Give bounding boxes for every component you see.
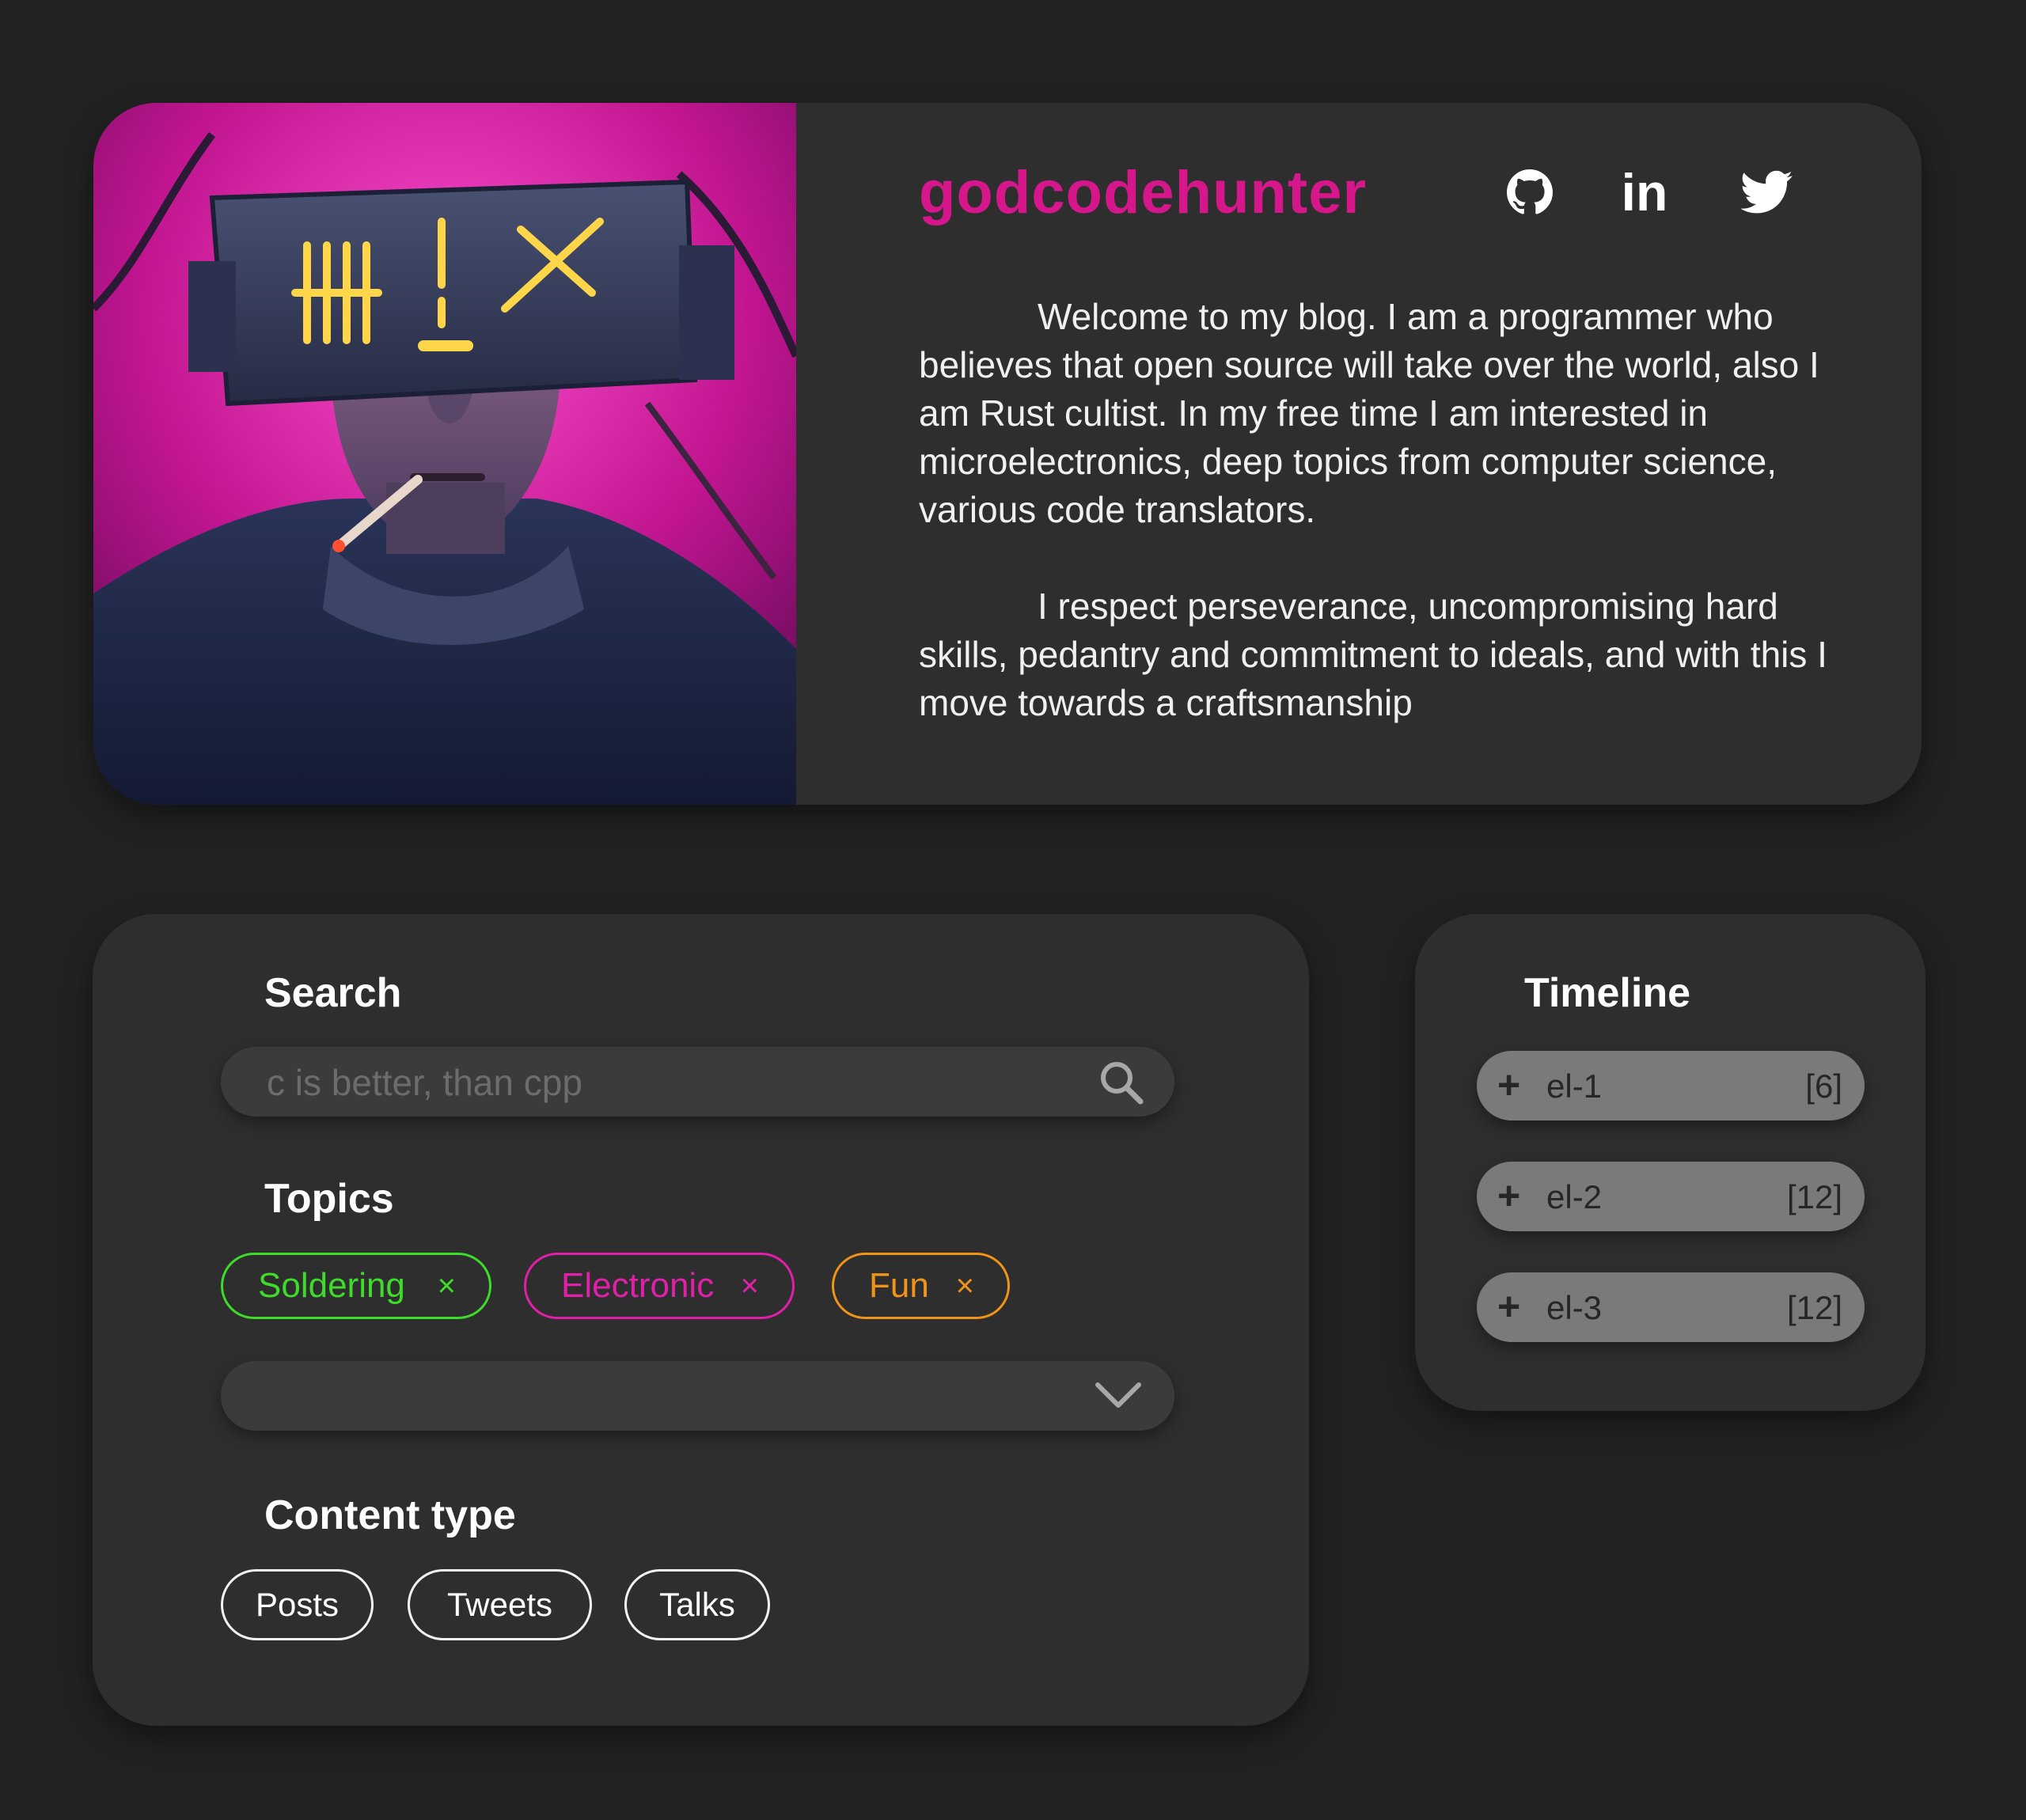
search-input[interactable] [265, 1047, 1076, 1118]
timeline-item-count: [12] [1786, 1178, 1842, 1215]
chevron-down-icon[interactable] [1094, 1378, 1143, 1413]
bio: Welcome to my blog. I am a programmer wh… [919, 293, 1829, 727]
timeline-item-label: el-3 [1546, 1289, 1603, 1326]
timeline-item-count: [6] [1805, 1067, 1842, 1105]
topic-tag-fun: Fun × [832, 1253, 1010, 1319]
timeline-item[interactable]: + el-3 [12] [1477, 1272, 1865, 1342]
topic-tag-label: Fun [869, 1266, 929, 1305]
profile-card: godcodehunter in Welcome to my blog. I a… [93, 103, 1922, 805]
plus-icon: + [1497, 1174, 1521, 1218]
search-field[interactable] [221, 1047, 1174, 1118]
content-type-title: Content type [264, 1492, 516, 1538]
close-icon[interactable]: × [741, 1268, 759, 1304]
timeline-item[interactable]: + el-1 [6] [1477, 1051, 1865, 1120]
timeline-panel: Timeline + el-1 [6] + el-2 [12] + el-3 [… [1415, 914, 1925, 1411]
username: godcodehunter [919, 159, 1368, 226]
twitter-icon[interactable] [1740, 165, 1795, 220]
avatar [93, 103, 796, 805]
bio-paragraph: I respect perseverance, uncompromising h… [919, 586, 1827, 723]
timeline-item-label: el-2 [1546, 1178, 1603, 1215]
topic-tag-soldering: Soldering × [221, 1253, 491, 1319]
topics-title: Topics [264, 1176, 394, 1222]
content-type-posts-button[interactable]: Posts [221, 1569, 374, 1640]
search-icon[interactable] [1098, 1060, 1144, 1105]
timeline-item-count: [12] [1786, 1289, 1842, 1326]
linkedin-icon[interactable]: in [1617, 165, 1672, 220]
content-type-talks-button[interactable]: Talks [624, 1569, 770, 1640]
linkedin-label: in [1621, 163, 1668, 222]
timeline-item-label: el-1 [1546, 1067, 1603, 1105]
content-type-tweets-button[interactable]: Tweets [408, 1569, 592, 1640]
search-title: Search [264, 970, 402, 1016]
bio-paragraph: Welcome to my blog. I am a programmer wh… [919, 296, 1819, 530]
timeline-title: Timeline [1524, 970, 1691, 1016]
topic-tag-label: Electronic [561, 1266, 715, 1305]
topic-tag-label: Soldering [258, 1266, 405, 1305]
topics-dropdown[interactable] [221, 1361, 1174, 1431]
plus-icon: + [1497, 1063, 1521, 1107]
close-icon[interactable]: × [438, 1268, 456, 1304]
plus-icon: + [1497, 1284, 1521, 1329]
topic-tag-electronic: Electronic × [524, 1253, 795, 1319]
timeline-item[interactable]: + el-2 [12] [1477, 1162, 1865, 1231]
github-icon[interactable] [1502, 165, 1557, 220]
filter-panel: Search Topics Soldering × Electronic × F… [93, 914, 1309, 1726]
close-icon[interactable]: × [956, 1268, 974, 1304]
